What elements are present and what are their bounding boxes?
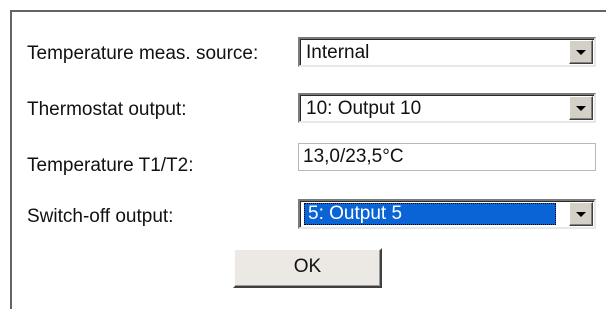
- temperature-source-label: Temperature meas. source:: [27, 43, 259, 64]
- thermostat-output-value: 10: Output 10: [306, 98, 422, 119]
- chevron-down-icon: [576, 106, 586, 111]
- temperature-t1-t2-field: 13,0/23,5°C: [298, 143, 596, 171]
- thermostat-output-dropdown-button[interactable]: [569, 96, 593, 120]
- switch-off-output-dropdown-button[interactable]: [569, 202, 593, 226]
- chevron-down-icon: [576, 212, 586, 217]
- temperature-source-dropdown-button[interactable]: [569, 40, 593, 64]
- dialog-frame-top: [10, 10, 606, 12]
- ok-button[interactable]: OK: [233, 248, 382, 288]
- temperature-source-select[interactable]: Internal: [298, 37, 596, 67]
- switch-off-output-label: Switch-off output:: [27, 206, 174, 227]
- temperature-t1-t2-label: Temperature T1/T2:: [27, 155, 194, 176]
- thermostat-settings-dialog: Temperature meas. source: Internal Therm…: [0, 0, 606, 309]
- thermostat-output-label: Thermostat output:: [27, 99, 187, 120]
- chevron-down-icon: [576, 50, 586, 55]
- switch-off-output-value: 5: Output 5: [304, 203, 556, 225]
- temperature-t1-t2-value: 13,0/23,5°C: [303, 146, 404, 167]
- temperature-source-value: Internal: [306, 42, 370, 63]
- dialog-frame-left: [10, 10, 12, 309]
- switch-off-output-select[interactable]: 5: Output 5: [298, 199, 596, 229]
- thermostat-output-select[interactable]: 10: Output 10: [298, 93, 596, 123]
